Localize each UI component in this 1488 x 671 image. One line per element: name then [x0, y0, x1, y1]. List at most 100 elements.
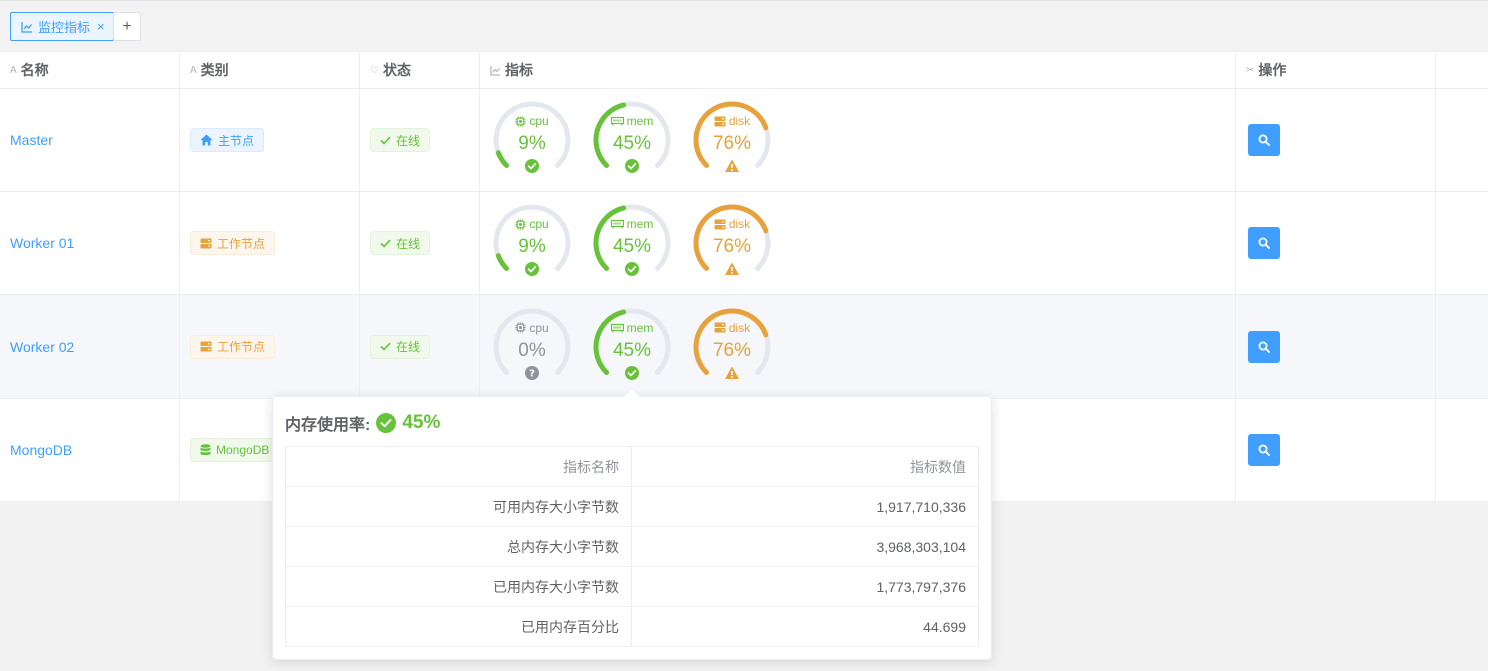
svg-text:?: ?: [529, 368, 535, 379]
cell-metrics: cpu 9% mem 45% disk 76%: [480, 89, 1236, 191]
check-circle-icon: [625, 262, 639, 276]
gauge-label-text: disk: [728, 217, 751, 231]
check-circle-icon: [376, 413, 397, 433]
header-spacer: [1436, 52, 1488, 88]
node-name-link[interactable]: Worker 02: [10, 339, 74, 355]
memory-popover: 内存使用率: 45% 指标名称 指标数值 可用内存大小字节数 1,917,710,…: [272, 387, 992, 660]
gauge-status: [524, 261, 540, 277]
tab-label: 监控指标: [38, 20, 91, 35]
gauge-label-text: cpu: [529, 320, 549, 335]
tab-bar: 监控指标 × +: [0, 0, 1488, 51]
status-badge: 在线: [370, 334, 431, 359]
gauge-label-text: disk: [728, 320, 751, 335]
cpu-icon: [515, 115, 526, 127]
table-row: 已用内存百分比 44.699: [285, 606, 979, 647]
cell-type: 工作节点: [180, 295, 360, 398]
add-tab-button[interactable]: +: [113, 12, 141, 41]
gauge-mem[interactable]: mem 45%: [592, 203, 672, 283]
view-button[interactable]: [1248, 124, 1280, 156]
check-circle-icon: [625, 159, 639, 173]
popover-value: 45%: [402, 412, 441, 433]
status-label: 在线: [396, 340, 421, 354]
header-type[interactable]: A 类别: [180, 52, 360, 88]
cell-type: 工作节点: [180, 192, 360, 294]
gauge-mem[interactable]: mem 45%: [592, 100, 672, 180]
node-type-label: 工作节点: [217, 236, 266, 251]
gauge-label: disk: [692, 114, 772, 128]
cell-actions: [1236, 295, 1436, 398]
status-label: 在线: [396, 236, 421, 251]
home-icon: [200, 134, 213, 146]
check-circle-icon: [625, 365, 639, 380]
gauge-status: [624, 261, 640, 277]
cell-actions: [1236, 192, 1436, 294]
metric-name: 已用内存百分比: [285, 606, 632, 647]
tab-close-icon[interactable]: ×: [97, 19, 105, 34]
gauge-disk[interactable]: disk 76%: [692, 100, 772, 180]
gauge-disk[interactable]: disk 76%: [692, 307, 772, 387]
cell-status: 在线: [360, 295, 480, 398]
gauge-label-text: mem: [626, 217, 654, 231]
gauge-value: 45%: [612, 133, 652, 154]
header-actions[interactable]: ✂ 操作: [1236, 52, 1436, 88]
warning-icon: [725, 159, 739, 172]
table-row: 可用内存大小字节数 1,917,710,336: [285, 486, 979, 527]
gauge-mem[interactable]: mem 45%: [592, 307, 672, 387]
header-status[interactable]: ♡ 状态: [360, 52, 480, 88]
gauge-value: 45%: [612, 236, 652, 257]
gauge-group: cpu 9% mem 45% disk 76%: [490, 100, 772, 180]
table-row: 总内存大小字节数 3,968,303,104: [285, 526, 979, 567]
cell-name: Worker 02: [0, 295, 180, 398]
view-button[interactable]: [1248, 330, 1280, 363]
node-name-link[interactable]: MongoDB: [10, 442, 72, 458]
gauge-label: cpu: [492, 321, 572, 335]
table-row: Master 主节点 在线 cpu 9% mem 45% disk 76%: [0, 89, 1488, 192]
node-type-label: 主节点: [218, 133, 255, 148]
gauge-cpu[interactable]: cpu 9%: [492, 100, 572, 180]
cell-metrics: cpu 0%? mem 45% disk 76%: [480, 295, 1236, 398]
gauge-label-text: cpu: [529, 217, 549, 231]
cell-spacer: [1436, 192, 1488, 294]
view-button[interactable]: [1248, 434, 1280, 466]
gauge-status: [624, 158, 640, 174]
check-icon: [380, 342, 391, 351]
node-name-link[interactable]: Worker 01: [10, 235, 74, 251]
gauge-cpu[interactable]: cpu 0%?: [492, 307, 572, 387]
node-name-link[interactable]: Master: [10, 132, 53, 148]
cell-actions: [1236, 399, 1436, 501]
gauge-label-text: mem: [626, 320, 654, 335]
gauge-label: cpu: [492, 114, 572, 128]
tab-monitoring[interactable]: 监控指标 ×: [10, 12, 114, 41]
gauge-value: 76%: [712, 339, 752, 361]
status-label: 在线: [396, 133, 421, 148]
table-row: 指标名称 指标数值: [285, 446, 979, 487]
status-badge: 在线: [370, 128, 431, 152]
cell-name: MongoDB: [0, 399, 180, 501]
check-circle-icon: [525, 159, 539, 173]
gauge-value: 45%: [612, 339, 652, 361]
gauge-disk[interactable]: disk 76%: [692, 203, 772, 283]
search-icon: [1258, 341, 1270, 353]
memory-icon: [610, 323, 624, 332]
gauge-cpu[interactable]: cpu 9%: [492, 203, 572, 283]
check-icon: [380, 239, 391, 248]
header-name[interactable]: A 名称: [0, 52, 180, 88]
popover-header-val: 指标数值: [631, 446, 979, 487]
gauge-status: ?: [524, 365, 540, 381]
font-icon: A: [10, 64, 17, 76]
view-button[interactable]: [1248, 227, 1280, 259]
cpu-icon: [515, 322, 526, 333]
gauge-status: [724, 158, 740, 174]
tools-icon: ✂: [1246, 64, 1255, 76]
gauge-label: disk: [692, 321, 772, 335]
gauge-value: 76%: [712, 133, 752, 154]
line-chart-icon: [490, 65, 501, 76]
gauge-group: cpu 9% mem 45% disk 76%: [490, 203, 772, 283]
gauge-status: [624, 365, 640, 381]
gauge-value: 9%: [518, 236, 546, 257]
heartbeat-icon: ♡: [370, 64, 379, 76]
question-circle-icon: ?: [525, 365, 539, 380]
cell-spacer: [1436, 399, 1488, 501]
header-metrics[interactable]: 指标: [480, 52, 1236, 88]
gauge-label-text: cpu: [529, 114, 549, 128]
